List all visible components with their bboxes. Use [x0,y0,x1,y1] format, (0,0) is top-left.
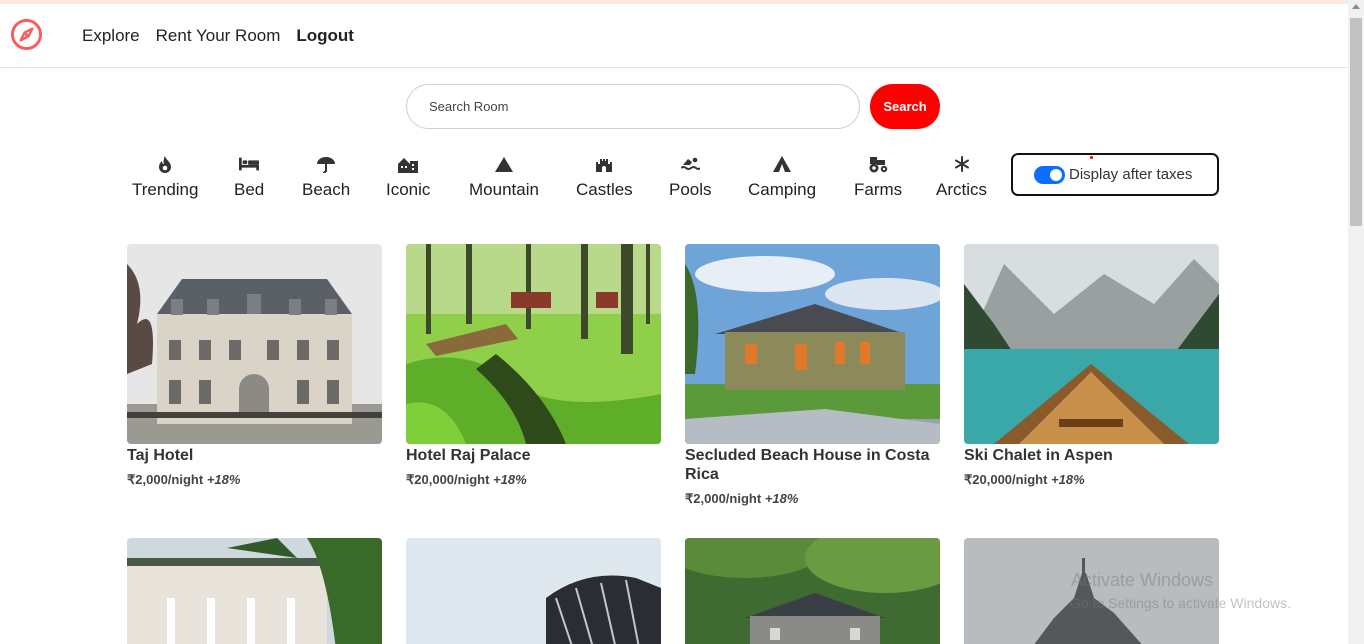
filter-label: Mountain [469,180,539,199]
tent-icon [772,154,792,174]
mountain-icon [494,154,514,174]
filter-castles[interactable]: Castles [576,154,633,200]
scroll-up-arrow-icon[interactable] [1352,4,1360,9]
listing-tax: +18% [206,472,241,487]
tax-toggle-box: Display after taxes [1011,153,1219,196]
indicator-dot [1090,156,1093,159]
fire-icon [155,154,175,174]
tractor-icon [868,154,888,174]
bed-icon [239,154,260,174]
filter-label: Farms [854,180,903,199]
city-icon [398,154,419,174]
filter-label: Castles [576,180,633,199]
listing-image-resort [127,538,382,644]
listing-card[interactable] [406,538,661,644]
listing-tax: +18% [493,472,527,487]
listing-price-amount: ₹20,000/night [406,472,490,487]
listing-tax: +18% [764,491,799,506]
listing-image-mont-saint-michel [964,538,1219,644]
listing-price: ₹20,000/night +18% [964,472,1219,488]
umbrella-beach-icon [316,154,336,174]
scrollbar-thumb[interactable] [1350,18,1362,226]
search-input[interactable] [406,84,860,129]
nav-logout-link[interactable]: Logout [296,26,354,46]
nav-links: Explore Rent Your Room Logout [82,4,354,68]
filter-bed[interactable]: Bed [234,154,264,200]
listing-price: ₹2,000/night +18% [685,491,940,507]
filter-label: Bed [234,180,265,199]
page-scrollbar[interactable] [1348,0,1364,644]
listing-price: ₹2,000/night +18% [127,472,382,488]
listing-card[interactable]: Secluded Beach House in Costa Rica ₹2,00… [685,244,940,507]
listing-image-cottage [685,538,940,644]
snowflake-icon [952,154,972,174]
filter-pools[interactable]: Pools [669,154,712,200]
listing-card[interactable] [964,538,1219,644]
filter-trending[interactable]: Trending [132,154,198,200]
filter-label: Arctics [936,180,987,199]
compass-logo-icon[interactable] [10,18,43,51]
filter-camping[interactable]: Camping [748,154,816,200]
listing-image-modern-building [406,538,661,644]
filter-mountain[interactable]: Mountain [469,154,539,200]
filter-beach[interactable]: Beach [302,154,350,200]
listing-title: Taj Hotel [127,447,194,464]
listing-tax: +18% [1051,472,1085,487]
nav-explore-link[interactable]: Explore [82,26,140,46]
listing-image-ski-chalet [964,244,1219,444]
listing-card[interactable]: Taj Hotel ₹2,000/night +18% [127,244,382,488]
filter-iconic[interactable]: Iconic [386,154,430,200]
listing-card[interactable] [127,538,382,644]
filter-farms[interactable]: Farms [854,154,902,200]
filter-label: Trending [132,180,199,199]
navbar: Explore Rent Your Room Logout [0,4,1348,68]
listing-title: Hotel Raj Palace [406,447,531,464]
listing-price-amount: ₹2,000/night [127,472,204,487]
listing-title: Secluded Beach House in Costa Rica [685,447,930,483]
search-button[interactable]: Search [870,84,940,129]
listing-price: ₹20,000/night +18% [406,472,661,488]
filter-label: Beach [302,180,351,199]
listing-title: Ski Chalet in Aspen [964,447,1113,464]
filter-label: Pools [669,180,712,199]
listing-price-amount: ₹2,000/night [685,491,762,506]
listing-card[interactable]: Hotel Raj Palace ₹20,000/night +18% [406,244,661,488]
listing-price-amount: ₹20,000/night [964,472,1048,487]
listing-image-beach-house [685,244,940,444]
nav-rent-your-room-link[interactable]: Rent Your Room [156,26,281,46]
swimmer-icon [680,154,700,174]
listing-image-hotel-raj-palace [406,244,661,444]
tax-toggle-switch[interactable] [1034,165,1065,184]
listing-card[interactable]: Ski Chalet in Aspen ₹20,000/night +18% [964,244,1219,488]
filter-label: Camping [748,180,817,199]
castle-icon [594,154,614,174]
listing-card[interactable] [685,538,940,644]
filter-label: Iconic [386,180,431,199]
listing-image-taj-hotel [127,244,382,444]
tax-toggle-label: Display after taxes [1069,166,1193,183]
filter-arctics[interactable]: Arctics [936,154,987,200]
